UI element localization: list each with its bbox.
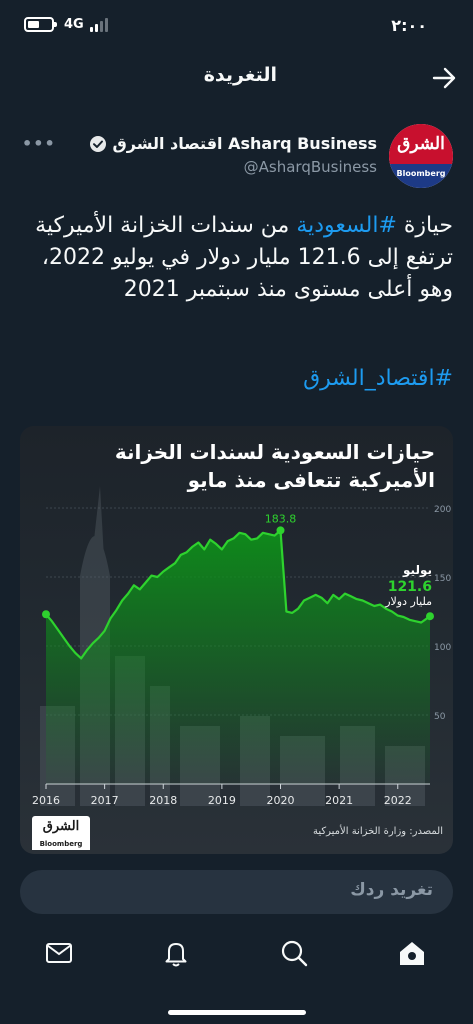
status-indicators: 4G — [24, 17, 108, 32]
x-tick-label: 2021 — [325, 794, 353, 807]
y-tick-label: 150 — [434, 574, 451, 584]
signal-icon — [89, 17, 108, 32]
end-point — [426, 612, 434, 621]
status-bar: 4G ٢:٠٠ — [0, 0, 473, 50]
x-tick-label: 2022 — [384, 794, 412, 807]
hashtag-saudi[interactable]: #السعودية — [296, 213, 397, 238]
tweet-text: حيازة #السعودية من سندات الخزانة الأميرك… — [13, 210, 453, 306]
peak-label: 183.8 — [265, 512, 297, 525]
asharq-bloomberg-logo: الشرق Bloomberg — [32, 816, 90, 850]
x-tick-label: 2017 — [91, 794, 119, 807]
chart-title: حيازات السعودية لسندات الخزانة الأميركية… — [114, 440, 435, 492]
logo-arabic: الشرق — [32, 816, 90, 838]
back-arrow-icon[interactable] — [431, 66, 457, 90]
end-label-month: يوليو — [402, 563, 432, 578]
tweet-author: الشرق Bloomberg اقتصاد الشرق Asharq Busi… — [0, 122, 473, 192]
battery-icon — [24, 17, 57, 32]
avatar-logo-bloomberg: Bloomberg — [389, 164, 453, 188]
x-tick-label: 2019 — [208, 794, 236, 807]
page-title: التغريدة — [203, 64, 277, 86]
author-handle[interactable]: @AsharqBusiness — [244, 158, 377, 176]
tweet-text-part-1: حيازة — [396, 213, 453, 238]
reply-input[interactable]: تغريد ردك — [20, 870, 453, 914]
peak-point — [276, 526, 285, 535]
more-options-icon[interactable]: ••• — [22, 134, 56, 153]
y-tick-label: 100 — [434, 643, 451, 653]
logo-bloomberg: Bloomberg — [32, 838, 90, 850]
y-tick-label: 200 — [434, 505, 451, 515]
end-label-value: 121.6 — [388, 579, 432, 595]
home-indicator — [168, 1010, 306, 1015]
status-time: ٢:٠٠ — [391, 16, 427, 35]
messages-icon[interactable] — [44, 938, 74, 968]
reply-placeholder: تغريد ردك — [350, 880, 433, 900]
author-name-row[interactable]: اقتصاد الشرق Asharq Business — [89, 134, 377, 153]
chart-source: المصدر: وزارة الخزانة الأميركية — [313, 826, 443, 837]
network-label: 4G — [64, 17, 84, 32]
home-icon[interactable] — [397, 938, 427, 968]
author-name: اقتصاد الشرق Asharq Business — [112, 134, 377, 153]
hashtag-asharq-economy[interactable]: #اقتصاد_الشرق — [303, 366, 453, 391]
tweet-media-chart[interactable]: 200 150 100 50 2016 2017 2018 2019 2020 2021 2022 1… — [20, 426, 453, 854]
x-tick-label: 2020 — [267, 794, 295, 807]
end-label-unit: مليار دولار — [384, 595, 432, 608]
x-tick-label: 2016 — [32, 794, 60, 807]
bottom-tab-bar — [0, 930, 473, 980]
start-point — [42, 610, 50, 619]
notifications-icon[interactable] — [161, 938, 191, 968]
y-tick-label: 50 — [434, 712, 446, 722]
verified-badge-icon — [90, 135, 107, 152]
x-tick-label: 2018 — [149, 794, 177, 807]
header: التغريدة — [0, 52, 473, 102]
search-icon[interactable] — [279, 938, 309, 968]
avatar[interactable]: الشرق Bloomberg — [389, 124, 453, 188]
avatar-logo-arabic: الشرق — [389, 124, 453, 164]
